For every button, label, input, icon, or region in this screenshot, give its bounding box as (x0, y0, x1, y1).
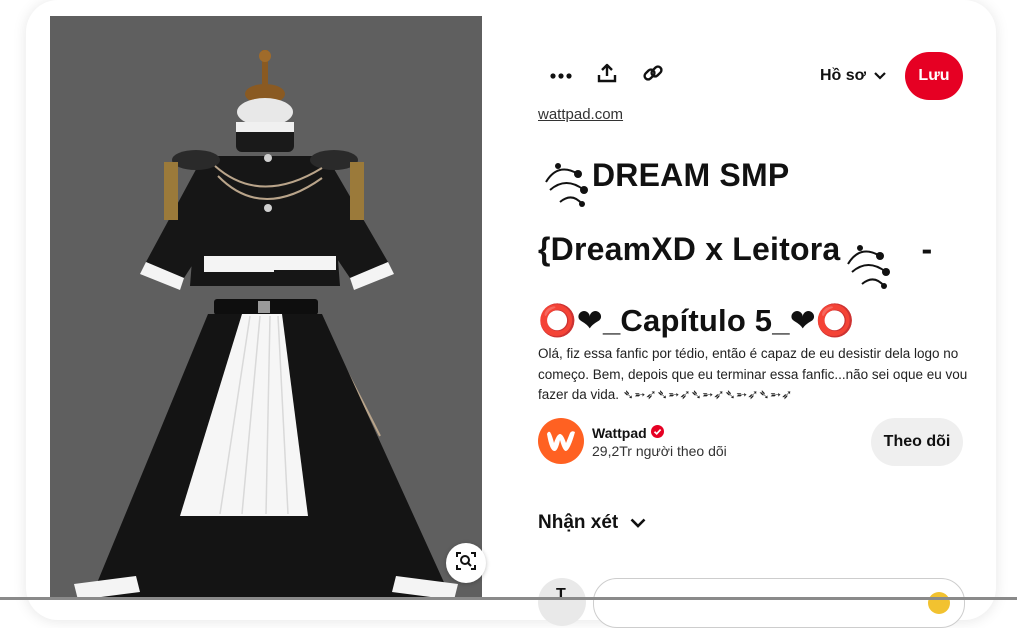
comment-input[interactable] (593, 578, 965, 628)
creator-name-text: Wattpad (592, 425, 647, 441)
visual-search-button[interactable] (446, 543, 486, 583)
save-button[interactable]: Lưu (905, 52, 963, 100)
commenter-initial: T (556, 586, 566, 603)
follow-button[interactable]: Theo dõi (871, 418, 963, 466)
more-options-button[interactable] (539, 53, 583, 97)
board-select-dropdown[interactable]: Hồ sơ (820, 60, 886, 92)
pin-description: Olá, fiz essa fanfic por tédio, então é … (538, 346, 968, 402)
chevron-down-icon (630, 512, 646, 534)
commenter-avatar: T (538, 578, 586, 626)
pin-title-text-2: {DreamXD x Leitora (538, 231, 841, 267)
creator-follower-count: 29,2Tr người theo dõi (592, 443, 727, 459)
chevron-down-icon (874, 67, 886, 85)
link-chain-icon (642, 62, 664, 89)
swirl-decoration-icon (538, 152, 592, 216)
pin-title-line-3: ⭕❤_Capítulo 5_❤⭕ (538, 303, 855, 338)
pin-image[interactable] (50, 16, 482, 600)
board-select-label: Hồ sơ (820, 67, 867, 84)
comments-toggle[interactable]: Nhận xét (538, 508, 646, 538)
swirl-decoration-icon (840, 234, 894, 298)
pin-title-dash: - (921, 231, 933, 267)
creator-name[interactable]: Wattpad (592, 425, 664, 441)
emoji-icon[interactable] (928, 592, 950, 614)
share-upload-icon (597, 63, 617, 88)
share-button[interactable] (585, 53, 629, 97)
wattpad-logo-icon (547, 431, 575, 452)
visual-search-icon (456, 551, 476, 576)
copy-link-button[interactable] (631, 53, 675, 97)
source-link[interactable]: wattpad.com (538, 106, 623, 123)
more-horizontal-icon (550, 66, 572, 84)
dress-photo (50, 16, 482, 600)
comments-header: Nhận xét (538, 512, 619, 533)
pin-title-text-1: DREAM SMP (592, 157, 790, 193)
creator-avatar[interactable] (538, 418, 584, 464)
pin-title-line-2: {DreamXD x Leitora - (538, 231, 932, 298)
pin-title-line-1: DREAM SMP (538, 152, 789, 216)
verified-badge-icon (650, 425, 664, 441)
